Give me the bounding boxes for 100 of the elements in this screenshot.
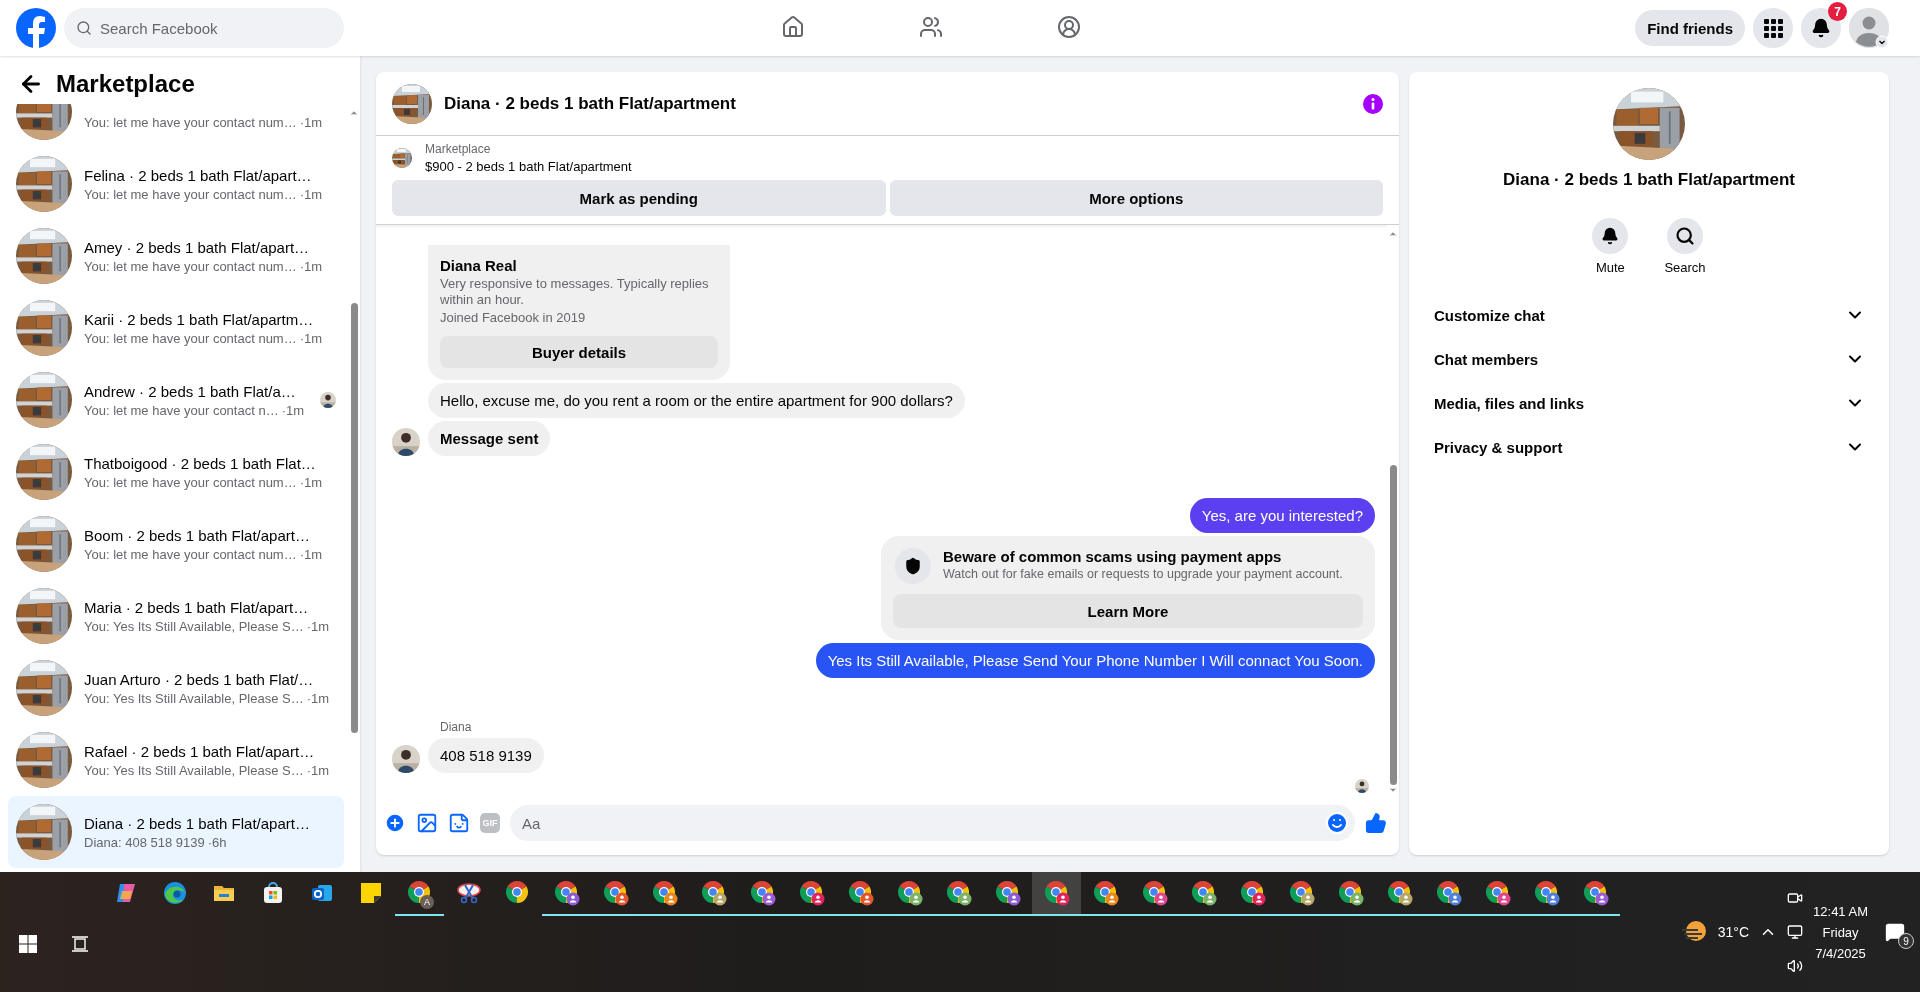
conversation-item[interactable]: Maria · 2 beds 1 bath Flat/apart… You: Yes Its Still Available, Please S… ·1m — [8, 580, 344, 652]
network-icon[interactable] — [1787, 924, 1804, 940]
menu-button[interactable] — [1753, 8, 1793, 48]
temperature: 31°C — [1717, 924, 1750, 940]
message-preview: You: Yes Its Still Available, Please S… — [84, 618, 304, 634]
settings-section[interactable]: Media, files and links — [1425, 381, 1873, 425]
search-field[interactable]: Search Facebook — [64, 8, 344, 48]
message-bubble: 408 518 9139 — [428, 738, 544, 773]
info-icon[interactable] — [1363, 93, 1383, 114]
message-time: ·1m — [306, 618, 330, 634]
message-bubble: Yes, are you interested? — [1189, 498, 1375, 533]
scrollbar[interactable] — [348, 104, 360, 872]
settings-section[interactable]: Chat members — [1425, 337, 1873, 381]
message-time: ·1m — [306, 690, 330, 706]
taskbar-app[interactable] — [1032, 872, 1081, 916]
conversation-item[interactable]: Rafael · 2 beds 1 bath Flat/apart… You: Yes Its Still Available, Please S… ·1m — [8, 724, 344, 796]
notifications-button[interactable] — [1801, 8, 1841, 48]
profile-badge: A — [420, 895, 434, 909]
warning-text: Watch out for fake emails or requests to upgrade your payment account. — [943, 567, 1343, 581]
message-preview: You: let me have your contact num… — [84, 258, 297, 274]
conversation-item[interactable]: Thatboigood · 2 beds 1 bath Flat… You: let me have your contact num… ·1m — [8, 436, 344, 508]
notifications-button[interactable]: 9 — [1878, 915, 1912, 949]
settings-section[interactable]: Customize chat — [1425, 293, 1873, 337]
message-preview: You: let me have your contact num… — [84, 474, 297, 490]
scroll-up-icon[interactable] — [1388, 229, 1398, 239]
avatar-icon — [1849, 8, 1889, 48]
conversation-title: Boom · 2 beds 1 bath Flat/apart… — [84, 526, 311, 544]
learn-more-button[interactable]: Learn More — [893, 594, 1363, 628]
message-time: ·1m — [299, 474, 323, 490]
conversation-item[interactable]: Andrew · 2 beds 1 bath Flat/a… You: let me have your contact n… ·1m — [8, 364, 344, 436]
conversation-item[interactable]: Karii · 2 beds 1 bath Flat/apartm… You: let me have your contact num… ·1m — [8, 292, 344, 364]
message-preview: You: let me have your contact n… — [84, 402, 279, 418]
search-icon — [1675, 226, 1695, 246]
conversation-item[interactable]: Felina · 2 beds 1 bath Flat/apart… You: let me have your contact num… ·1m — [8, 148, 344, 220]
listing-title: $900 - 2 beds 1 bath Flat/apartment — [425, 159, 632, 174]
message-time: ·1m — [299, 115, 323, 130]
camera-icon[interactable] — [1787, 890, 1804, 906]
weather-icon — [1679, 920, 1708, 944]
message-bubble: Yes Its Still Available, Please Send Your Phone Number I Will connact You Soon. — [815, 643, 1375, 678]
clock[interactable]: 12:41 AM Friday 7/4/2025 — [1813, 903, 1868, 961]
sender-name: Diana — [439, 720, 473, 734]
message-time: ·6h — [207, 834, 227, 850]
conversation-title: Amey · 2 beds 1 bath Flat/apart… — [84, 238, 311, 256]
message-time: ·1m — [299, 330, 323, 346]
menu-icon — [1763, 18, 1783, 38]
message-time: ·1m — [281, 402, 305, 418]
notification-count: 7 — [1828, 2, 1847, 21]
add-icon[interactable] — [384, 812, 406, 834]
message-preview: You: Yes Its Still Available, Please S… — [84, 762, 304, 778]
conversation-title: Felina · 2 beds 1 bath Flat/apart… — [84, 166, 313, 184]
search-icon — [76, 20, 92, 36]
message-preview: You: let me have your contact num… — [84, 330, 297, 346]
warning-title: Beware of common scams using payment apps — [943, 548, 1283, 565]
listing-action-button[interactable]: More options — [889, 180, 1383, 216]
conversation-name: Diana · 2 beds 1 bath Flat/apartment — [1503, 170, 1795, 190]
conversation-item[interactable]: Juan Arturo · 2 beds 1 bath Flat/… You: Yes Its Still Available, Please S… ·1m — [8, 652, 344, 724]
message-time: ·1m — [299, 258, 323, 274]
scroll-up-icon[interactable] — [349, 108, 359, 118]
conversation-item[interactable]: Boom · 2 beds 1 bath Flat/apart… You: let me have your contact num… ·1m — [8, 508, 344, 580]
seller-info: Joined Facebook in 2019 — [440, 310, 587, 326]
volume-icon[interactable] — [1787, 958, 1804, 974]
message-preview: You: Yes Its Still Available, Please S… — [84, 690, 304, 706]
find-friends-button[interactable]: Find friends — [1635, 10, 1745, 46]
buyer-details-button[interactable]: Buyer details — [440, 336, 718, 368]
conversation-title: Juan Arturo · 2 beds 1 bath Flat/… — [84, 670, 315, 688]
conversation-title: Maria · 2 beds 1 bath Flat/apart… — [84, 598, 310, 616]
seller-info: Very responsive to messages. Typically replies within an hour. — [440, 276, 710, 308]
people-icon — [918, 14, 943, 39]
message-preview: Diana: 408 518 9139 — [84, 834, 205, 850]
taskbar-app[interactable]: A — [395, 872, 444, 916]
conversation-item[interactable]: You: let me have your contact num… ·1m — [8, 104, 344, 148]
listing-action-button[interactable]: Mark as pending — [392, 180, 886, 216]
facebook-logo[interactable] — [16, 8, 56, 48]
conversation-title: Diana · 2 beds 1 bath Flat/apart… — [84, 814, 311, 832]
scissors-icon — [455, 881, 482, 905]
chat-title: Diana · 2 beds 1 bath Flat/apartment — [444, 93, 737, 114]
sticky-note-icon — [358, 881, 383, 905]
account-button[interactable] — [1849, 8, 1889, 48]
scroll-down-icon[interactable] — [1388, 785, 1398, 795]
scrollbar[interactable] — [1387, 225, 1399, 799]
windows-icon — [19, 935, 37, 953]
message-bubble: Hello, excuse me, do you rent a room or the entire apartment for 900 dollars? — [428, 383, 965, 418]
message-time: ·1m — [299, 186, 323, 202]
conversation-title: Andrew · 2 beds 1 bath Flat/a… — [84, 382, 297, 400]
chrome-icon — [504, 880, 531, 906]
edge-icon — [162, 881, 187, 905]
message-field[interactable]: Aa — [510, 805, 1355, 841]
sticker-icon[interactable] — [448, 812, 470, 834]
conversation-item[interactable]: Amey · 2 beds 1 bath Flat/apart… You: let me have your contact num… ·1m — [8, 220, 344, 292]
conversation-title: Karii · 2 beds 1 bath Flat/apartm… — [84, 310, 315, 328]
people-circle-icon — [1056, 14, 1081, 39]
task-view-icon — [71, 935, 89, 953]
photo-icon[interactable] — [416, 812, 438, 834]
like-icon[interactable] — [1365, 812, 1387, 834]
listing-label: Marketplace — [425, 142, 492, 156]
conversation-item[interactable]: Diana · 2 beds 1 bath Flat/apart… Diana: 408 518 9139 ·6h — [8, 796, 344, 868]
page-title: Marketplace — [56, 70, 195, 98]
message-bubble: Message sent — [428, 421, 551, 456]
settings-section[interactable]: Privacy & support — [1425, 425, 1873, 469]
conversation-title: Rafael · 2 beds 1 bath Flat/apart… — [84, 742, 316, 760]
